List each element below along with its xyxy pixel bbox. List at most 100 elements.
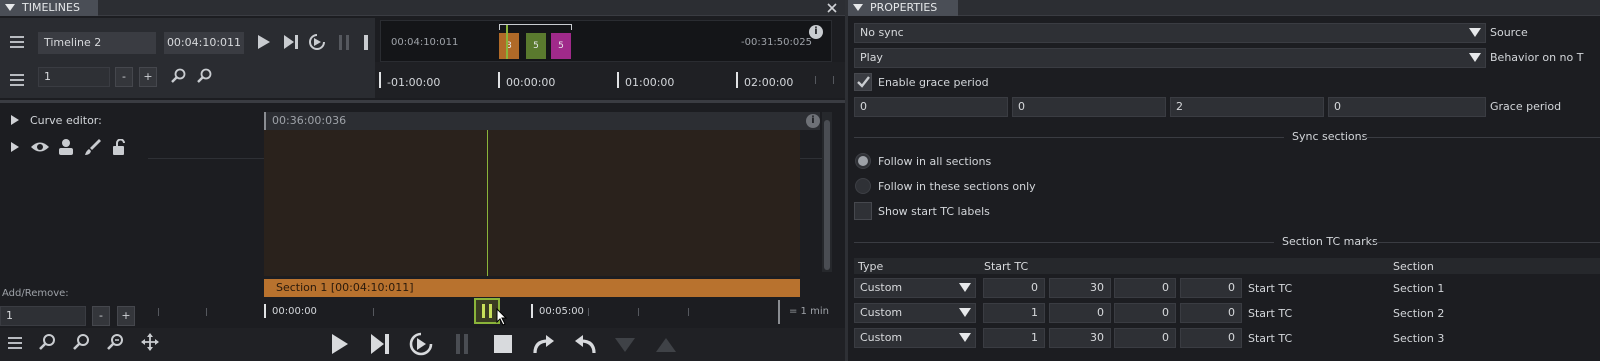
scrollbar-thumb[interactable] <box>824 120 830 270</box>
stop-edge-icon[interactable] <box>364 35 368 50</box>
grace-checkbox[interactable] <box>854 73 872 91</box>
pause-icon[interactable] <box>338 35 350 50</box>
behavior-select-value: Play <box>860 51 883 64</box>
panel-menu-icon[interactable] <box>853 4 863 11</box>
tc-table-header <box>854 258 1600 274</box>
section-badge-1[interactable]: 3 <box>499 33 519 59</box>
chevron-down-icon <box>1469 28 1481 37</box>
ruler-label: 02:00:00 <box>744 76 794 89</box>
row-type-value: Custom <box>860 331 903 344</box>
user-icon[interactable] <box>58 138 74 155</box>
ruler-tick <box>264 304 266 318</box>
pause-button-icon[interactable] <box>455 334 469 354</box>
section-divider <box>854 242 1274 243</box>
hamburger-icon[interactable] <box>10 36 24 48</box>
zoom-value-field[interactable]: 1 <box>38 67 110 87</box>
expand-curve-editor-icon[interactable] <box>10 115 20 125</box>
properties-tab[interactable]: PROPERTIES <box>848 0 958 16</box>
grace-minutes-field[interactable]: 0 <box>1012 97 1166 117</box>
step-forward-icon[interactable] <box>283 34 299 50</box>
remove-button[interactable]: - <box>92 306 110 326</box>
radio-follow-these-label: Follow in these sections only <box>878 180 1036 193</box>
timelines-title: TIMELINES <box>22 1 80 14</box>
row-tc-frames[interactable]: 0 <box>1180 328 1242 348</box>
close-icon[interactable] <box>825 1 839 15</box>
radio-follow-all[interactable] <box>855 153 871 169</box>
grace-seconds-field[interactable]: 2 <box>1170 97 1324 117</box>
info-icon[interactable]: i <box>809 25 823 39</box>
row-tc-seconds[interactable]: 0 <box>1114 303 1176 323</box>
row-tc-minutes[interactable]: 30 <box>1049 328 1111 348</box>
expand-track-icon[interactable] <box>10 142 20 152</box>
section-badge-3[interactable]: 5 <box>551 33 571 59</box>
step-forward-button-icon[interactable] <box>370 333 390 355</box>
zoom-fit-icon[interactable] <box>106 333 124 351</box>
properties-title: PROPERTIES <box>870 1 938 14</box>
overview-start-tc: 00:04:10:011 <box>391 37 459 48</box>
zoom-out-icon[interactable] <box>196 68 212 84</box>
brush-icon[interactable] <box>84 138 102 156</box>
loop-play-button-icon[interactable] <box>409 332 433 356</box>
row-tc-frames[interactable]: 0 <box>1180 303 1242 323</box>
row-tc-hours[interactable]: 0 <box>983 278 1045 298</box>
section-badge-2[interactable]: 5 <box>526 33 546 59</box>
current-tc-field[interactable]: 00:04:10:011 <box>164 32 244 54</box>
row-type-value: Custom <box>860 306 903 319</box>
arrow-down-icon[interactable] <box>614 337 636 353</box>
source-select[interactable]: No sync <box>854 23 1486 43</box>
play-icon[interactable] <box>257 34 271 50</box>
row-type-select[interactable]: Custom <box>854 328 976 348</box>
row-tc-hours[interactable]: 1 <box>983 328 1045 348</box>
row-tc-minutes[interactable]: 30 <box>1049 278 1111 298</box>
loop-play-icon[interactable] <box>308 33 327 51</box>
hamburger-icon-3[interactable] <box>8 337 22 349</box>
chevron-down-icon <box>959 333 971 342</box>
section-bar[interactable]: Section 1 [00:04:10:011] <box>264 279 800 297</box>
row-tc-seconds[interactable]: 0 <box>1114 328 1176 348</box>
timeline-overview[interactable]: 00:04:10:011 -00:31:50:025 3 5 5 i <box>380 20 832 62</box>
radio-follow-these[interactable] <box>855 178 871 194</box>
stop-button-icon[interactable] <box>494 335 512 353</box>
grace-hours-field[interactable]: 0 <box>854 97 1008 117</box>
redo-icon[interactable] <box>532 333 556 355</box>
add-button[interactable]: + <box>117 306 135 326</box>
row-tc-frames[interactable]: 0 <box>1180 278 1242 298</box>
track-tc-marker <box>264 112 266 130</box>
unlock-icon[interactable] <box>112 139 128 156</box>
behavior-select[interactable]: Play <box>854 48 1486 68</box>
row-tc-minutes[interactable]: 0 <box>1049 303 1111 323</box>
zoom-minus-button[interactable]: - <box>115 67 133 87</box>
ruler-minor-tick <box>833 76 834 84</box>
row-section-label: Section 3 <box>1393 332 1445 345</box>
row-type-select[interactable]: Custom <box>854 278 976 298</box>
eye-icon[interactable] <box>30 140 50 154</box>
arrow-up-icon[interactable] <box>655 337 677 353</box>
ruler-label: 01:00:00 <box>625 76 675 89</box>
panel-splitter[interactable] <box>845 0 848 361</box>
zoom-out-icon-2[interactable] <box>72 333 90 351</box>
row-tc-seconds[interactable]: 0 <box>1114 278 1176 298</box>
zoom-in-icon[interactable] <box>170 68 186 84</box>
add-remove-field[interactable]: 1 <box>0 306 86 326</box>
col-type: Type <box>858 260 884 273</box>
timelines-tab[interactable]: TIMELINES <box>0 0 98 16</box>
panel-menu-icon[interactable] <box>5 4 15 11</box>
row-tc-hours[interactable]: 1 <box>983 303 1045 323</box>
time-ruler[interactable]: -01:00:00 00:00:00 01:00:00 02:00:00 <box>375 62 845 98</box>
undo-icon[interactable] <box>573 333 597 355</box>
grace-frames-field[interactable]: 0 <box>1328 97 1486 117</box>
hamburger-icon-2[interactable] <box>10 74 24 86</box>
play-button-icon[interactable] <box>331 333 349 355</box>
zoom-in-icon-2[interactable] <box>38 333 56 351</box>
ruler-minor-tick <box>158 308 159 316</box>
curve-canvas[interactable] <box>264 130 800 276</box>
mouse-cursor-icon <box>496 308 508 326</box>
timeline-name-field[interactable]: Timeline 2 <box>38 32 156 54</box>
col-start-tc: Start TC <box>984 260 1029 273</box>
vertical-scrollbar[interactable] <box>822 112 832 272</box>
row-type-select[interactable]: Custom <box>854 303 976 323</box>
track-info-icon[interactable]: i <box>806 114 820 128</box>
move-icon[interactable] <box>140 333 160 351</box>
show-start-tc-checkbox[interactable] <box>854 202 872 220</box>
zoom-plus-button[interactable]: + <box>139 67 157 87</box>
